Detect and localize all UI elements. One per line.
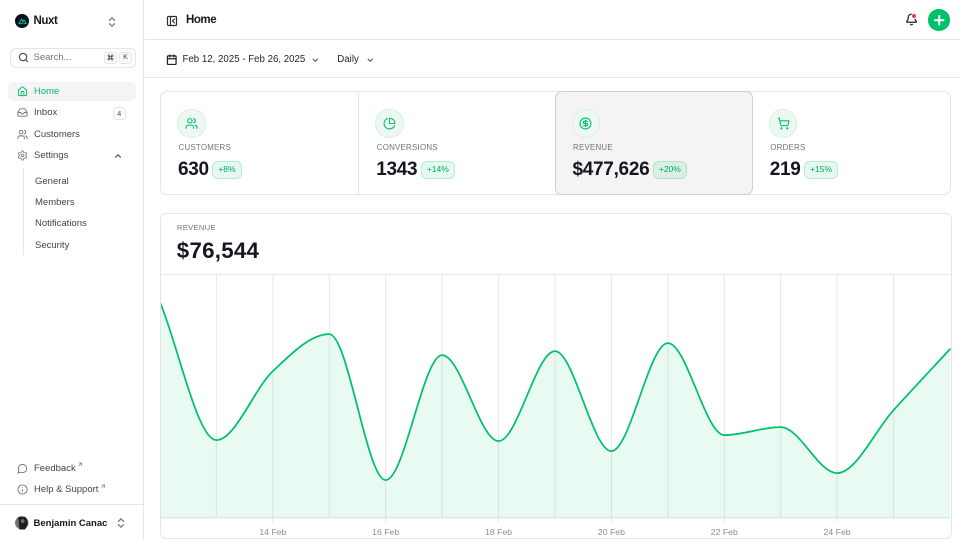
svg-text:18 Feb: 18 Feb	[485, 527, 512, 537]
svg-text:20 Feb: 20 Feb	[598, 527, 625, 537]
svg-text:14 Feb: 14 Feb	[259, 527, 286, 537]
svg-text:22 Feb: 22 Feb	[711, 527, 738, 537]
svg-text:24 Feb: 24 Feb	[824, 527, 851, 537]
svg-text:16 Feb: 16 Feb	[372, 527, 399, 537]
